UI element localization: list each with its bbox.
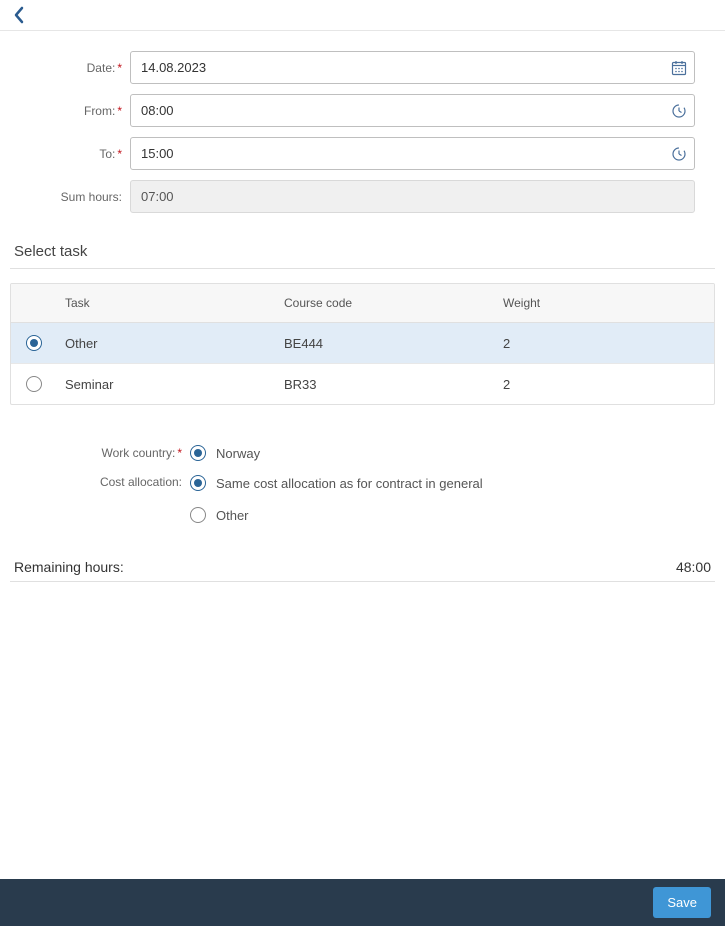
section-title-task: Select task <box>14 243 715 260</box>
to-input-group <box>130 137 695 170</box>
cell-course: BR33 <box>276 365 495 404</box>
chevron-left-icon <box>12 6 26 24</box>
content-area: Date:* From:* To:* <box>0 31 725 879</box>
label-work-country: Work country:* <box>10 446 190 460</box>
divider <box>10 581 715 582</box>
label-date: Date:* <box>10 61 130 75</box>
row-sum: Sum hours: <box>10 180 715 213</box>
option-label: Other <box>216 508 249 523</box>
from-input[interactable] <box>131 95 664 126</box>
divider <box>10 268 715 269</box>
sum-input <box>131 181 694 212</box>
row-date: Date:* <box>10 51 715 84</box>
radio-work-country-0[interactable] <box>190 445 206 461</box>
label-from: From:* <box>10 104 130 118</box>
save-button[interactable]: Save <box>653 887 711 918</box>
back-button[interactable] <box>12 6 26 24</box>
footer-bar: Save <box>0 879 725 926</box>
option-label: Same cost allocation as for contract in … <box>216 476 483 491</box>
label-to: To:* <box>10 147 130 161</box>
date-input[interactable] <box>131 52 664 83</box>
sum-input-group <box>130 180 695 213</box>
radio-cost-1[interactable] <box>190 507 206 523</box>
to-input[interactable] <box>131 138 664 169</box>
cell-weight: 2 <box>495 365 714 404</box>
task-table: Task Course code Weight Other BE444 2 Se… <box>10 283 715 405</box>
table-header: Task Course code Weight <box>11 284 714 323</box>
clock-icon[interactable] <box>664 103 694 119</box>
radio-task-1[interactable] <box>26 376 42 392</box>
remaining-value: 48:00 <box>676 559 711 575</box>
row-to: To:* <box>10 137 715 170</box>
row-work-country: Work country:* Norway <box>10 445 715 461</box>
cell-course: BE444 <box>276 324 495 363</box>
radio-task-0[interactable] <box>26 335 42 351</box>
table-row[interactable]: Other BE444 2 <box>11 323 714 364</box>
from-input-group <box>130 94 695 127</box>
cell-weight: 2 <box>495 324 714 363</box>
calendar-icon[interactable] <box>664 60 694 76</box>
option-label: Norway <box>216 446 260 461</box>
work-country-option-0[interactable]: Norway <box>190 445 260 461</box>
col-weight: Weight <box>495 284 714 322</box>
clock-icon[interactable] <box>664 146 694 162</box>
row-cost-allocation: Cost allocation: Same cost allocation as… <box>10 475 715 523</box>
label-sum: Sum hours: <box>10 190 130 204</box>
cell-task: Other <box>57 324 276 363</box>
col-course: Course code <box>276 284 495 322</box>
date-input-group <box>130 51 695 84</box>
radio-cost-0[interactable] <box>190 475 206 491</box>
table-row[interactable]: Seminar BR33 2 <box>11 364 714 404</box>
cost-allocation-option-1[interactable]: Other <box>190 507 483 523</box>
col-task: Task <box>57 284 276 322</box>
cost-allocation-option-0[interactable]: Same cost allocation as for contract in … <box>190 475 483 491</box>
remaining-hours-row: Remaining hours: 48:00 <box>10 553 715 581</box>
cell-task: Seminar <box>57 365 276 404</box>
label-cost-allocation: Cost allocation: <box>10 475 190 489</box>
header-bar <box>0 0 725 31</box>
remaining-label: Remaining hours: <box>14 559 124 575</box>
row-from: From:* <box>10 94 715 127</box>
